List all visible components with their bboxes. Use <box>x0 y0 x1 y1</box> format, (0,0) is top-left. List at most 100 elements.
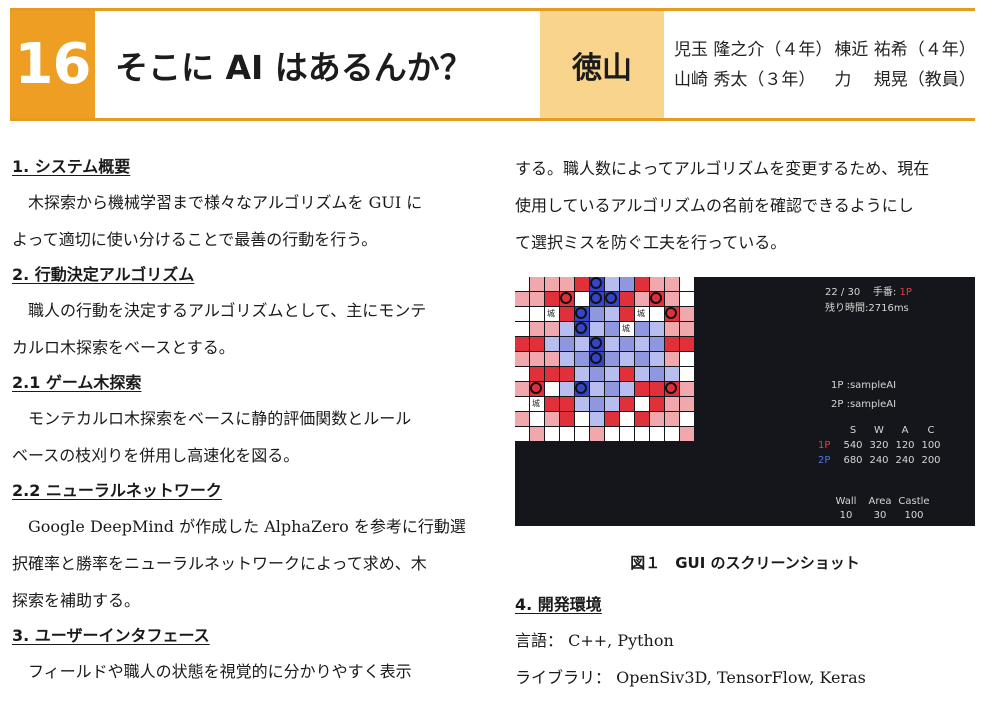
blue-agent-token <box>575 307 587 319</box>
board-cell <box>620 382 634 396</box>
board-cell <box>545 352 559 366</box>
board-cell <box>560 412 574 426</box>
board-cell <box>650 277 664 291</box>
score-cell: 200 <box>921 455 941 466</box>
board-cell <box>575 337 589 351</box>
board-cell <box>590 322 604 336</box>
blue-agent-token <box>590 337 602 349</box>
board-cell <box>545 277 559 291</box>
score-table-header: S W A C <box>818 423 944 438</box>
board-cell <box>605 277 619 291</box>
body-text: モンテカルロ木探索をベースに静的評価関数とルール <box>28 409 412 428</box>
member-name: 山崎 秀太（３年） <box>674 70 816 90</box>
board-cell <box>605 412 619 426</box>
board-cell <box>605 352 619 366</box>
red-agent-token <box>530 382 542 394</box>
board-cell <box>545 397 559 411</box>
p2-ai-name: 2P :sampleAI <box>831 399 897 410</box>
board-cell <box>515 307 529 321</box>
board-cell <box>620 352 634 366</box>
board-cell <box>635 337 649 351</box>
body-text: Google DeepMind が作成した AlphaZero を参考に行動選 <box>28 517 466 536</box>
weights-table: Wall Area Castle 10 30 100 <box>829 495 931 523</box>
board-cell <box>605 337 619 351</box>
board-cell <box>515 382 529 396</box>
blue-agent-token <box>590 277 602 289</box>
castle-marker: 城 <box>622 324 630 333</box>
board-cell <box>620 277 634 291</box>
board-cell <box>560 337 574 351</box>
score-cell: 320 <box>869 440 889 451</box>
board-cell <box>635 292 649 306</box>
board-cell <box>680 337 694 351</box>
board-cell <box>545 292 559 306</box>
board-cell <box>650 307 664 321</box>
board-cell <box>665 322 679 336</box>
board-cell <box>635 352 649 366</box>
red-agent-token <box>650 292 662 304</box>
board-cell <box>620 367 634 381</box>
section-heading: 3. ユーザーインタフェース <box>12 626 210 645</box>
board-cell <box>650 382 664 396</box>
board-cell <box>635 367 649 381</box>
body-text: ベースの枝刈りを併用し高速化を図る。 <box>12 446 300 465</box>
board-cell <box>605 397 619 411</box>
article-header: 16 そこに AI はあるんか？ 徳山 児玉 隆之介（４年） 棟近 祐希（４年）… <box>10 8 976 121</box>
turn-status: 22 / 30 手番: 1P <box>825 283 912 298</box>
board-cell <box>635 277 649 291</box>
weights-values: 10 30 100 <box>829 509 931 523</box>
board-cell <box>650 397 664 411</box>
board-cell <box>680 307 694 321</box>
board-cell <box>515 427 529 441</box>
board-cell <box>680 397 694 411</box>
board-cell <box>575 352 589 366</box>
weights-col-header: Area <box>868 496 892 507</box>
board-edge <box>695 277 703 442</box>
member-row: 山崎 秀太（３年） 力 規晃（教員） <box>674 65 976 95</box>
board-cell <box>545 322 559 336</box>
board-cell <box>560 307 574 321</box>
section-heading: 2.2 ニューラルネットワーク <box>12 481 222 500</box>
board-cell <box>680 427 694 441</box>
board-cell <box>530 352 544 366</box>
body-text: カルロ木探索をベースとする。 <box>12 338 235 357</box>
right-column: する。職人数によってアルゴリズムを変更するため、現在 使用しているアルゴリズムの… <box>515 150 977 261</box>
board-cell <box>515 367 529 381</box>
body-text: する。職人数によってアルゴリズムを変更するため、現在 <box>515 159 930 178</box>
blue-agent-token <box>605 292 617 304</box>
p1-ai-name: 1P :sampleAI <box>831 380 897 391</box>
board-cell <box>635 322 649 336</box>
score-cell: 100 <box>921 440 941 451</box>
section-heading: 1. システム概要 <box>12 157 131 176</box>
board-cell <box>635 427 649 441</box>
red-agent-token <box>665 307 677 319</box>
board-cell <box>635 382 649 396</box>
weights-value: 10 <box>839 510 853 521</box>
section-heading: 4. 開発環境 <box>515 595 602 614</box>
board-cell <box>575 292 589 306</box>
board-cell <box>650 322 664 336</box>
board-cell <box>650 337 664 351</box>
board-cell <box>590 412 604 426</box>
board-cell <box>590 307 604 321</box>
board-cell <box>620 307 634 321</box>
weights-value: 100 <box>904 510 924 521</box>
board-cell <box>620 427 634 441</box>
weights-col-header: Wall <box>835 496 857 507</box>
board-cell <box>680 277 694 291</box>
body-text: ライブラリ： OpenSiv3D, TensorFlow, Keras <box>515 668 866 687</box>
board-cell <box>515 397 529 411</box>
score-cell: 240 <box>895 455 915 466</box>
board-cell <box>605 427 619 441</box>
board-cell <box>575 397 589 411</box>
board-cell <box>575 427 589 441</box>
body-text: フィールドや職人の状態を視覚的に分かりやすく表示 <box>28 662 412 681</box>
board-cell <box>545 337 559 351</box>
turn-label: 手番: <box>872 287 897 298</box>
board-cell <box>530 292 544 306</box>
board-cell <box>590 367 604 381</box>
board-cell <box>530 322 544 336</box>
score-col-header: A <box>901 425 909 436</box>
board-cell <box>530 337 544 351</box>
score-row-2p: 2P 680 240 240 200 <box>818 453 944 468</box>
